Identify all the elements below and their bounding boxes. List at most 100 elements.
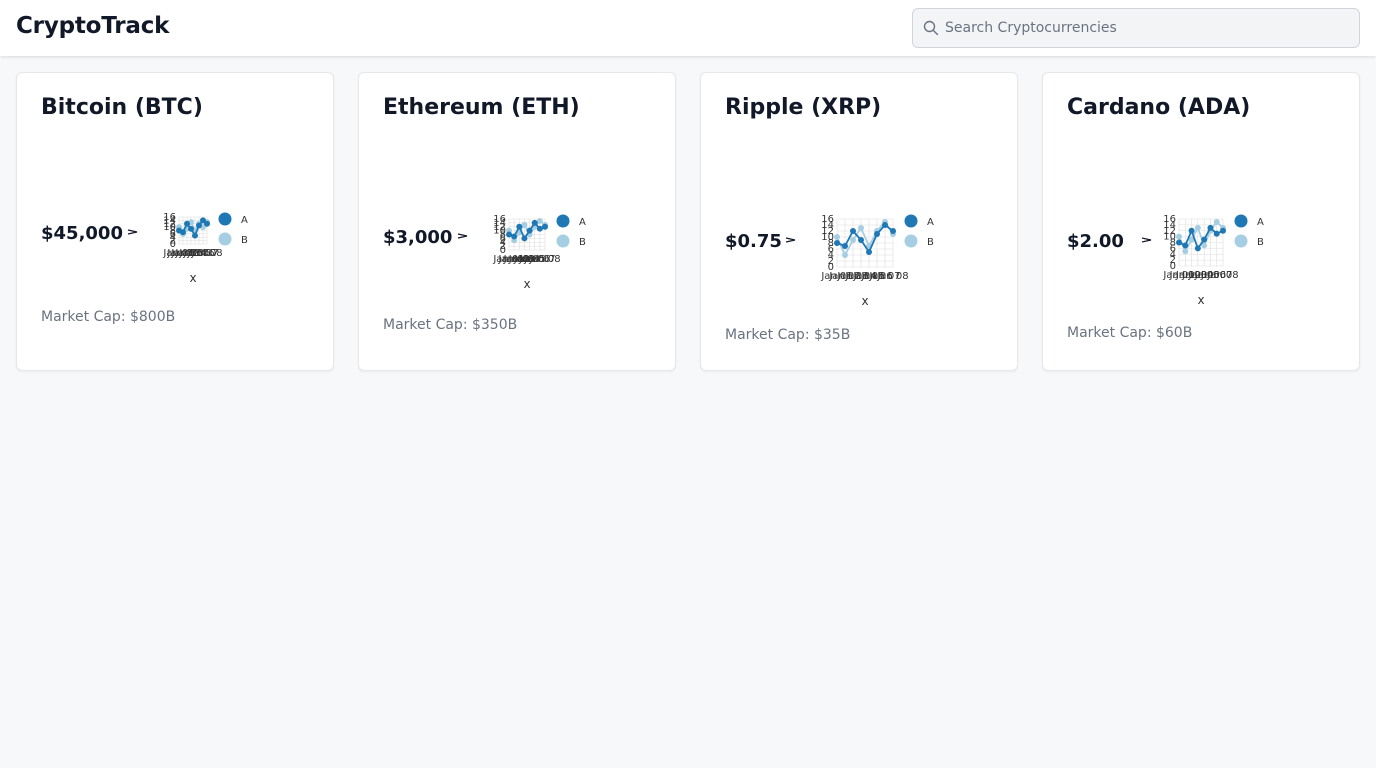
line-chart: 0246810121416Jan 01Jan 02Jan 03Jan 04Jan… [1162, 214, 1264, 307]
data-point-A [1194, 245, 1201, 252]
x-axis-label: x [523, 277, 530, 291]
data-point-B [536, 217, 543, 224]
legend-label-A: A [241, 215, 248, 226]
price-value: $45,000 [41, 223, 123, 244]
card-title: Ripple (XRP) [725, 95, 882, 120]
data-point-A [1182, 242, 1189, 249]
line-chart: 0246810121416Jan 01Jan 02Jan 03Jan 04Jan… [162, 212, 248, 285]
top-bar: CryptoTrack [0, 0, 1376, 56]
y-tick-label: 16 [163, 212, 176, 223]
legend-label-B: B [1257, 237, 1264, 248]
data-point-A [874, 231, 880, 237]
legend-swatch-A [556, 214, 570, 228]
legend-swatch-B [904, 234, 918, 248]
x-tick-label: Jan 08 [528, 254, 560, 265]
card-title: Bitcoin (BTC) [41, 95, 203, 120]
data-point-A [866, 249, 872, 255]
search-box[interactable] [912, 8, 1360, 48]
legend-label-A: A [927, 217, 934, 228]
data-point-A [506, 231, 512, 238]
legend-label-B: B [241, 235, 248, 246]
data-point-B [1176, 233, 1182, 240]
data-point-A [536, 225, 543, 232]
data-point-A [834, 240, 840, 246]
legend-swatch-B [556, 234, 570, 248]
data-point-A [526, 227, 533, 234]
legend-label-A: A [579, 217, 586, 228]
crypto-card[interactable]: Ripple (XRP) $0.75 0 2 4 6 8 10 12 14 16 Jan 01 Ja… [700, 72, 1018, 371]
trend-icon [127, 229, 138, 235]
price-value: $3,000 [383, 227, 453, 248]
x-axis-label: x [861, 294, 868, 308]
legend-swatch-A [904, 214, 918, 228]
data-point-A [1188, 227, 1195, 234]
data-point-A [516, 223, 523, 230]
search-input[interactable] [945, 9, 1345, 47]
data-point-B [842, 252, 848, 258]
data-point-A [1213, 230, 1220, 237]
trend-icon [457, 233, 468, 239]
data-point-B [858, 225, 864, 231]
line-chart: 0246810121416Jan 01Jan 02Jan 03Jan 04Jan… [492, 214, 586, 291]
price-chart: 0 2 4 6 8 10 12 14 16 Jan 01 Jan 02 Jan 03 Jan 04 Jan… [157, 212, 297, 286]
data-point-A [511, 233, 518, 240]
crypto-card[interactable]: Bitcoin (BTC) $45,000 0 2 4 6 8 10 12 14 16 Jan 0… [16, 72, 334, 371]
price-chart: 0 2 4 6 8 10 12 14 16 Jan 01 Jan 02 Jan 03 Jan 04 Jan… [815, 214, 955, 309]
data-point-A [842, 243, 848, 249]
price-chart: 0 2 4 6 8 10 12 14 16 Jan 01 Jan 02 Jan 03 Jan 04 Jan… [487, 214, 627, 292]
legend-swatch-A [218, 212, 232, 226]
data-point-A [850, 228, 856, 234]
legend-swatch-B [218, 232, 232, 246]
data-point-A [1220, 227, 1226, 234]
market-cap: Market Cap: $35B [725, 327, 851, 343]
x-tick-label: Jan 08 [190, 248, 222, 259]
data-point-A [521, 235, 528, 242]
legend-label-B: B [927, 237, 934, 248]
data-point-A [882, 222, 888, 228]
trend-icon [785, 237, 796, 243]
legend-label-B: B [579, 237, 586, 248]
data-point-A [858, 237, 864, 243]
data-point-A [531, 219, 538, 226]
data-point-A [890, 228, 896, 234]
y-tick-label: 16 [1163, 214, 1176, 225]
legend-swatch-B [1234, 234, 1248, 248]
x-tick-label: Jan 08 [1206, 270, 1238, 281]
line-chart: 0246810121416Jan 01Jan 02Jan 03Jan 04Jan… [820, 214, 934, 308]
data-point-B [1213, 218, 1220, 225]
market-cap: Market Cap: $350B [383, 317, 518, 333]
card-title: Ethereum (ETH) [383, 95, 580, 120]
data-point-B [521, 221, 528, 228]
market-cap: Market Cap: $800B [41, 309, 176, 325]
data-point-B [1182, 248, 1189, 255]
data-point-A [1176, 239, 1182, 246]
data-point-B [850, 237, 856, 243]
data-point-A [1201, 236, 1208, 243]
data-point-A [204, 220, 210, 227]
y-tick-label: 16 [821, 214, 834, 225]
y-tick-label: 16 [493, 214, 506, 225]
crypto-card[interactable]: Ethereum (ETH) $3,000 0 2 4 6 8 10 12 14 16 Jan 0… [358, 72, 676, 371]
price-value: $2.00 [1067, 231, 1124, 252]
search-icon [923, 20, 939, 36]
app-title: CryptoTrack [16, 13, 170, 39]
x-axis-label: x [189, 271, 196, 285]
data-point-A [196, 222, 202, 229]
card-title: Cardano (ADA) [1067, 95, 1251, 120]
data-point-B [1194, 224, 1201, 231]
data-point-A [542, 223, 548, 230]
crypto-card[interactable]: Cardano (ADA) $2.00 0 2 4 6 8 10 12 14 16 Jan 01 J… [1042, 72, 1360, 371]
data-point-A [184, 220, 190, 227]
price-value: $0.75 [725, 231, 782, 252]
data-point-A [192, 232, 198, 239]
legend-label-A: A [1257, 217, 1264, 228]
data-point-A [188, 225, 194, 232]
price-chart: 0 2 4 6 8 10 12 14 16 Jan 01 Jan 02 Jan 03 Jan 04 Jan… [1157, 214, 1297, 308]
x-tick-label: Jan 08 [876, 271, 908, 282]
legend-swatch-A [1234, 214, 1248, 228]
trend-icon [1141, 237, 1152, 243]
market-cap: Market Cap: $60B [1067, 325, 1193, 341]
data-point-A [180, 229, 186, 236]
data-point-B [834, 234, 840, 240]
x-axis-label: x [1197, 293, 1204, 307]
